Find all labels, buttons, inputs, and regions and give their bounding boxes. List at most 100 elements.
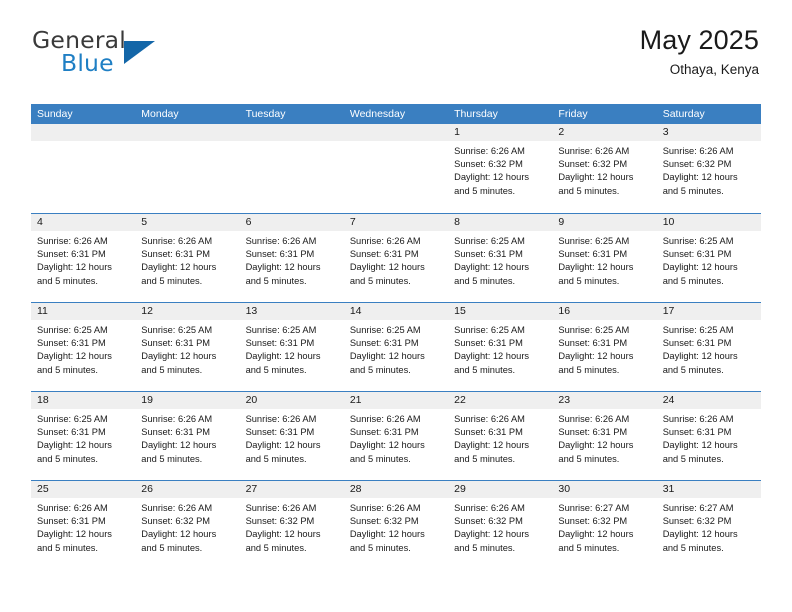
day-detail-line: and 5 minutes. <box>454 275 516 286</box>
day-cell[interactable]: 27 Sunrise: 6:26 AM Sunset: 6:32 PM Dayligh… <box>239 481 344 569</box>
day-cell[interactable]: 21 Sunrise: 6:26 AM Sunset: 6:31 PM Dayligh… <box>343 392 449 480</box>
day-cell[interactable]: 16 Sunrise: 6:25 AM Sunset: 6:31 PM Dayligh… <box>552 303 657 391</box>
day-cell-empty <box>135 124 240 213</box>
calendar-week-row: 25 Sunrise: 6:26 AM Sunset: 6:31 PM Dayligh… <box>31 480 761 569</box>
day-details: Sunrise: 6:25 AM Sunset: 6:31 PM Daylight:… <box>448 320 552 377</box>
day-details: Sunrise: 6:25 AM Sunset: 6:31 PM Daylight:… <box>552 231 656 288</box>
day-cell[interactable]: 13 Sunrise: 6:25 AM Sunset: 6:31 PM Dayligh… <box>239 303 344 391</box>
day-cell[interactable]: 24 Sunrise: 6:26 AM Sunset: 6:31 PM Dayligh… <box>656 392 761 480</box>
day-detail-line: Sunset: 6:32 PM <box>662 516 732 527</box>
day-number: 4 <box>37 216 43 228</box>
day-detail-line: Sunrise: 6:25 AM <box>37 414 108 424</box>
day-detail-line: Sunset: 6:31 PM <box>558 338 628 349</box>
day-number: 26 <box>141 483 153 495</box>
day-detail-line: Sunset: 6:31 PM <box>245 427 315 438</box>
weekday-header-wednesday: Wednesday <box>349 108 406 120</box>
day-cell[interactable]: 29 Sunrise: 6:26 AM Sunset: 6:32 PM Dayligh… <box>448 481 553 569</box>
day-detail-line: and 5 minutes. <box>141 453 203 464</box>
day-number: 5 <box>141 216 148 228</box>
day-number-band: 21 <box>343 392 449 409</box>
day-cell[interactable]: 1 Sunrise: 6:26 AM Sunset: 6:32 PM Daylight… <box>448 124 553 213</box>
day-cell[interactable]: 31 Sunrise: 6:27 AM Sunset: 6:32 PM Dayligh… <box>656 481 761 569</box>
day-detail-line: Sunrise: 6:25 AM <box>349 325 421 335</box>
day-detail-line: Sunset: 6:32 PM <box>454 516 523 527</box>
day-detail-line: and 5 minutes. <box>245 364 307 375</box>
day-cell[interactable]: 4 Sunrise: 6:26 AM Sunset: 6:31 PM Daylight… <box>31 214 136 302</box>
day-detail-line: and 5 minutes. <box>349 364 411 375</box>
day-detail-line: Daylight: 12 hours <box>349 262 425 273</box>
day-number-band: 1 <box>448 124 553 141</box>
day-number-band: 16 <box>552 303 657 320</box>
calendar-week-row: 18 Sunrise: 6:25 AM Sunset: 6:31 PM Dayligh… <box>31 391 761 480</box>
day-cell[interactable]: 19 Sunrise: 6:26 AM Sunset: 6:31 PM Dayligh… <box>135 392 240 480</box>
day-cell[interactable]: 26 Sunrise: 6:26 AM Sunset: 6:32 PM Dayligh… <box>135 481 240 569</box>
day-cell[interactable]: 2 Sunrise: 6:26 AM Sunset: 6:32 PM Daylight… <box>552 124 657 213</box>
day-detail-line: Daylight: 12 hours <box>141 529 217 540</box>
calendar-week-row: 11 Sunrise: 6:25 AM Sunset: 6:31 PM Dayligh… <box>31 302 761 391</box>
day-number: 10 <box>662 216 675 228</box>
day-cell[interactable]: 12 Sunrise: 6:25 AM Sunset: 6:31 PM Dayligh… <box>135 303 240 391</box>
day-cell[interactable]: 10 Sunrise: 6:25 AM Sunset: 6:31 PM Dayligh… <box>656 214 761 302</box>
day-detail-line: Sunset: 6:31 PM <box>558 427 628 438</box>
day-detail-line: Sunrise: 6:26 AM <box>454 146 525 156</box>
day-number: 24 <box>662 394 675 406</box>
day-cell[interactable]: 23 Sunrise: 6:26 AM Sunset: 6:31 PM Dayligh… <box>552 392 657 480</box>
weekday-header-saturday: Saturday <box>662 108 705 120</box>
day-detail-line: and 5 minutes. <box>245 453 307 464</box>
day-detail-line: Sunset: 6:32 PM <box>558 159 628 170</box>
day-number-band: 18 <box>31 392 136 409</box>
day-details: Sunrise: 6:26 AM Sunset: 6:31 PM Daylight:… <box>31 231 135 288</box>
day-detail-line: Daylight: 12 hours <box>454 172 530 183</box>
day-detail-line: Sunrise: 6:25 AM <box>558 325 630 335</box>
day-number-band: 8 <box>448 214 553 231</box>
day-cell[interactable]: 18 Sunrise: 6:25 AM Sunset: 6:31 PM Dayligh… <box>31 392 136 480</box>
day-details: Sunrise: 6:26 AM Sunset: 6:31 PM Daylight:… <box>31 498 135 555</box>
brand-logo[interactable]: General Blue <box>31 28 261 86</box>
title-block: May 2025 Othaya, Kenya <box>640 25 759 78</box>
day-number: 23 <box>558 394 571 406</box>
day-details: Sunrise: 6:25 AM Sunset: 6:31 PM Daylight:… <box>657 231 761 288</box>
day-cell-empty <box>239 124 344 213</box>
day-detail-line: and 5 minutes. <box>558 542 620 553</box>
day-detail-line: Daylight: 12 hours <box>662 172 738 183</box>
day-cell[interactable]: 7 Sunrise: 6:26 AM Sunset: 6:31 PM Daylight… <box>343 214 449 302</box>
day-cell[interactable]: 25 Sunrise: 6:26 AM Sunset: 6:31 PM Dayligh… <box>31 481 136 569</box>
day-detail-line: Sunrise: 6:26 AM <box>349 236 421 246</box>
calendar-page: General Blue May 2025 Othaya, Kenya Sund… <box>0 0 792 612</box>
day-details: Sunrise: 6:25 AM Sunset: 6:31 PM Daylight:… <box>135 320 239 377</box>
day-cell[interactable]: 9 Sunrise: 6:25 AM Sunset: 6:31 PM Daylight… <box>552 214 657 302</box>
day-cell[interactable]: 11 Sunrise: 6:25 AM Sunset: 6:31 PM Dayligh… <box>31 303 136 391</box>
day-detail-line: Sunrise: 6:26 AM <box>662 146 734 156</box>
day-details: Sunrise: 6:25 AM Sunset: 6:31 PM Daylight:… <box>552 320 656 377</box>
day-number-band: 29 <box>448 481 553 498</box>
day-cell[interactable]: 8 Sunrise: 6:25 AM Sunset: 6:31 PM Daylight… <box>448 214 553 302</box>
day-details: Sunrise: 6:27 AM Sunset: 6:32 PM Daylight:… <box>552 498 656 555</box>
day-cell[interactable]: 17 Sunrise: 6:25 AM Sunset: 6:31 PM Dayligh… <box>656 303 761 391</box>
day-detail-line: Sunset: 6:31 PM <box>558 249 628 260</box>
day-number: 14 <box>349 305 362 317</box>
day-cell[interactable]: 6 Sunrise: 6:26 AM Sunset: 6:31 PM Daylight… <box>239 214 344 302</box>
day-cell[interactable]: 28 Sunrise: 6:26 AM Sunset: 6:32 PM Dayligh… <box>343 481 449 569</box>
day-cell[interactable]: 20 Sunrise: 6:26 AM Sunset: 6:31 PM Dayligh… <box>239 392 344 480</box>
day-number-band: 9 <box>552 214 657 231</box>
day-cell[interactable]: 5 Sunrise: 6:26 AM Sunset: 6:31 PM Daylight… <box>135 214 240 302</box>
weekday-header-friday: Friday <box>558 108 588 120</box>
day-cell[interactable]: 14 Sunrise: 6:25 AM Sunset: 6:31 PM Dayligh… <box>343 303 449 391</box>
day-detail-line: and 5 minutes. <box>662 275 724 286</box>
day-cell[interactable]: 30 Sunrise: 6:27 AM Sunset: 6:32 PM Dayligh… <box>552 481 657 569</box>
weekday-header-monday: Monday <box>141 108 179 120</box>
day-number-band: 27 <box>239 481 344 498</box>
day-detail-line: and 5 minutes. <box>558 185 620 196</box>
weekday-header-sunday: Sunday <box>37 108 73 120</box>
day-cell[interactable]: 15 Sunrise: 6:25 AM Sunset: 6:31 PM Dayligh… <box>448 303 553 391</box>
day-cell[interactable]: 3 Sunrise: 6:26 AM Sunset: 6:32 PM Daylight… <box>656 124 761 213</box>
day-cell[interactable]: 22 Sunrise: 6:26 AM Sunset: 6:31 PM Dayligh… <box>448 392 553 480</box>
day-detail-line: Sunrise: 6:26 AM <box>558 414 630 424</box>
day-detail-line: and 5 minutes. <box>454 185 516 196</box>
day-number-band: 24 <box>656 392 761 409</box>
day-detail-line: and 5 minutes. <box>37 453 98 464</box>
day-detail-line: Sunset: 6:31 PM <box>37 516 106 527</box>
day-details: Sunrise: 6:26 AM Sunset: 6:31 PM Daylight:… <box>552 409 656 466</box>
day-detail-line: Sunset: 6:31 PM <box>454 249 523 260</box>
day-detail-line: Sunset: 6:32 PM <box>141 516 211 527</box>
